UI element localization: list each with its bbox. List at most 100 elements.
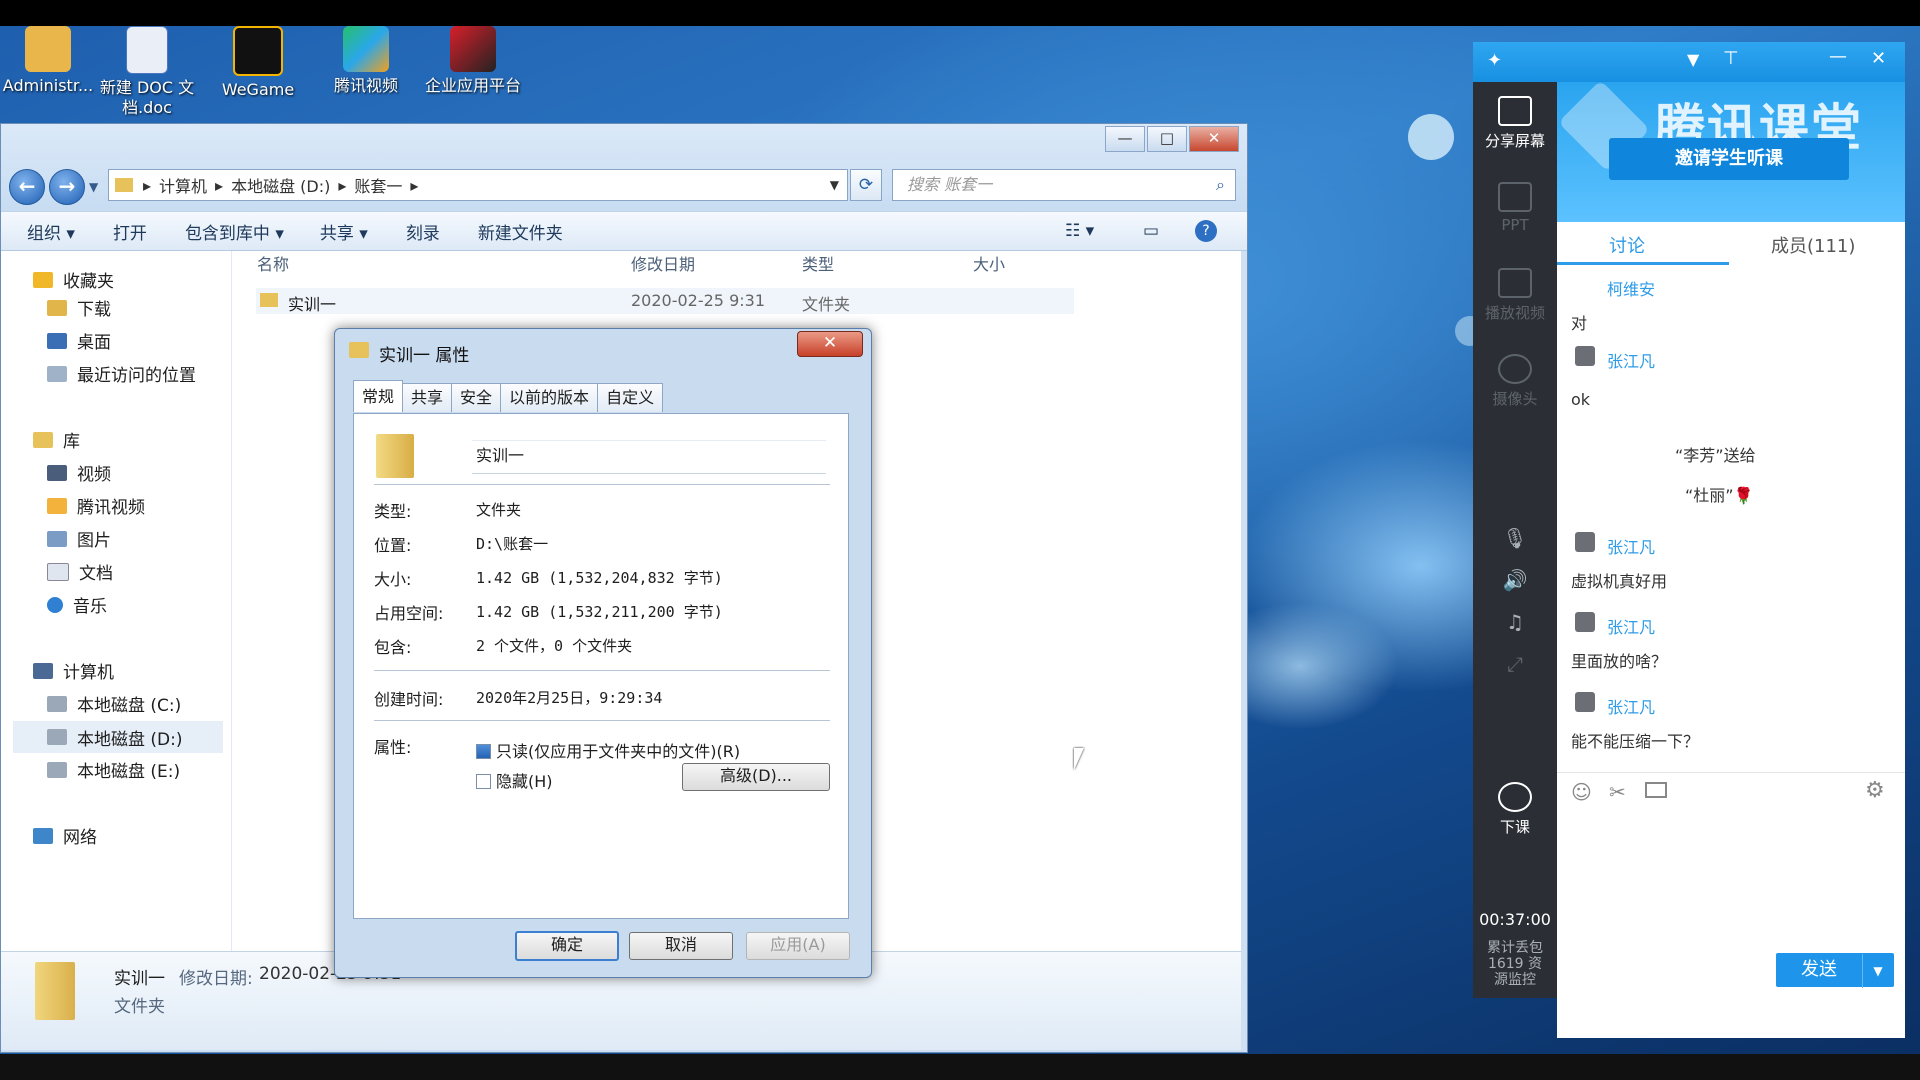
organize-button[interactable]: 组织 ▾ — [27, 219, 75, 244]
desktop-icon-enterprise[interactable]: 企业应用平台 — [425, 26, 521, 96]
desktop-icon-wegame[interactable]: WeGame — [210, 26, 306, 100]
nav-label: 文档 — [79, 564, 113, 584]
nav-music[interactable]: 音乐 — [47, 592, 107, 617]
forward-button[interactable]: → — [49, 169, 85, 205]
readonly-checkbox[interactable]: 只读(仅应用于文件夹中的文件)(R) — [476, 738, 740, 762]
address-segment[interactable]: 本地磁盘 (D:) — [231, 173, 330, 197]
advanced-button[interactable]: 高级(D)... — [682, 763, 830, 791]
dialog-close-button[interactable]: ✕ — [797, 331, 863, 357]
burn-button[interactable]: 刻录 — [406, 219, 440, 244]
search-placeholder: 搜索 账套一 — [907, 175, 993, 194]
nav-documents[interactable]: 文档 — [47, 559, 113, 584]
tab-members[interactable]: 成员(111) — [1771, 232, 1855, 258]
column-name[interactable]: 名称 — [257, 251, 289, 279]
end-class-button[interactable]: 下课 — [1473, 782, 1557, 837]
invite-students-button[interactable]: 邀请学生听课 — [1609, 138, 1849, 180]
chat-sender: 柯维安 — [1607, 280, 1656, 299]
search-icon[interactable]: ⌕ — [1216, 170, 1225, 200]
emoji-icon[interactable]: ☺ — [1571, 780, 1592, 804]
cancel-button[interactable]: 取消 — [629, 932, 733, 960]
nav-label: 库 — [63, 432, 80, 452]
history-dropdown-icon[interactable]: ▼ — [89, 180, 98, 194]
tool-label: PPT — [1501, 216, 1529, 234]
nav-drive-e[interactable]: 本地磁盘 (E:) — [47, 757, 180, 782]
window-controls: — □ ✕ — [1105, 126, 1239, 152]
nav-drive-d[interactable]: 本地磁盘 (D:) — [13, 721, 223, 753]
nav-downloads[interactable]: 下载 — [47, 295, 111, 320]
ppt-button[interactable]: PPT — [1473, 182, 1557, 234]
tab-previous-versions[interactable]: 以前的版本 — [500, 383, 599, 412]
minimize-icon[interactable]: — — [1829, 46, 1847, 67]
network-stats[interactable]: 累计丢包 1619 资源监控 — [1473, 940, 1557, 988]
minimize-button[interactable]: — — [1105, 126, 1145, 152]
column-size[interactable]: 大小 — [973, 251, 1005, 279]
maximize-button[interactable]: □ — [1147, 126, 1187, 152]
tencent-classroom-panel: ✦ ▼ ⊤ — ✕ 分享屏幕 PPT 播放视频 摄像头 🎙 🔊 ♫ ⤢ 下课 0… — [1473, 42, 1905, 1038]
chevron-right-icon: ▸ — [338, 175, 347, 195]
new-folder-button[interactable]: 新建文件夹 — [478, 219, 563, 244]
file-name: 实训一 — [288, 295, 337, 314]
column-type[interactable]: 类型 — [802, 251, 834, 279]
chat-message: 能不能压缩一下？ — [1571, 732, 1700, 751]
speaker-button[interactable]: 🔊 — [1473, 568, 1557, 592]
nav-computer[interactable]: 计算机 — [33, 658, 114, 683]
nav-network[interactable]: 网络 — [33, 823, 97, 848]
desktop-icon-tencent-video[interactable]: 腾讯视频 — [318, 26, 414, 96]
nav-pictures[interactable]: 图片 — [47, 526, 111, 551]
open-button[interactable]: 打开 — [113, 219, 147, 244]
nav-drive-c[interactable]: 本地磁盘 (C:) — [47, 691, 181, 716]
tab-sharing[interactable]: 共享 — [402, 383, 453, 412]
nav-videos[interactable]: 视频 — [47, 460, 111, 485]
share-button[interactable]: 共享 ▾ — [320, 219, 368, 244]
chat-area: 腾讯课堂 邀请学生听课 讨论 成员(111) 柯维安 对 张江凡 ok “李芳”… — [1557, 80, 1905, 1038]
fullscreen-button[interactable]: ⤢ — [1473, 652, 1557, 676]
play-video-button[interactable]: 播放视频 — [1473, 268, 1557, 323]
tab-security[interactable]: 安全 — [451, 383, 502, 412]
apply-button[interactable]: 应用(A) — [746, 932, 850, 960]
back-button[interactable]: ← — [9, 169, 45, 205]
collapse-icon[interactable]: ▼ — [1687, 50, 1699, 69]
address-bar[interactable]: ▸ 计算机 ▸ 本地磁盘 (D:) ▸ 账套一 ▸ ▼ — [108, 169, 848, 201]
help-icon[interactable]: ? — [1195, 220, 1217, 242]
tab-discussion[interactable]: 讨论 — [1609, 232, 1645, 258]
share-screen-button[interactable]: 分享屏幕 — [1473, 96, 1557, 151]
image-icon[interactable] — [1645, 782, 1667, 798]
nav-recent[interactable]: 最近访问的位置 — [47, 361, 196, 386]
settings-gear-icon[interactable]: ⚙ — [1865, 778, 1885, 803]
close-button[interactable]: ✕ — [1189, 126, 1239, 152]
preview-pane-icon[interactable]: ▭ — [1143, 221, 1159, 241]
nav-favorites[interactable]: 收藏夹 — [33, 267, 114, 292]
scissors-icon[interactable]: ✂ — [1609, 780, 1626, 804]
music-icon — [47, 596, 63, 613]
ok-button[interactable]: 确定 — [515, 931, 619, 961]
file-row[interactable]: 实训一 2020-02-25 9:31 文件夹 — [256, 288, 1074, 314]
nav-tencent-video[interactable]: 腾讯视频 — [47, 493, 145, 518]
tab-general[interactable]: 常规 — [353, 380, 404, 412]
file-type: 文件夹 — [802, 295, 851, 314]
desktop-icon-admin[interactable]: Administr... — [0, 26, 96, 96]
address-segment[interactable]: 账套一 — [354, 173, 402, 197]
view-options-icon[interactable]: ☷ ▾ — [1065, 221, 1094, 241]
pin-icon[interactable]: ⊤ — [1723, 48, 1739, 69]
search-input[interactable]: 搜索 账套一 ⌕ — [892, 169, 1236, 201]
desktop-icon-doc[interactable]: 新建 DOC 文档.doc — [99, 26, 195, 118]
tab-customize[interactable]: 自定义 — [597, 383, 664, 412]
folder-name-field[interactable]: 实训一 — [472, 440, 826, 474]
close-icon[interactable]: ✕ — [1871, 48, 1886, 69]
column-modified[interactable]: 修改日期 — [631, 251, 695, 279]
tencent-video-icon — [343, 26, 389, 72]
music-button[interactable]: ♫ — [1473, 610, 1557, 634]
send-button[interactable]: 发送 ▼ — [1776, 953, 1894, 988]
chat-sender: 张江凡 — [1607, 538, 1656, 557]
nav-libraries[interactable]: 库 — [33, 427, 80, 452]
address-dropdown-icon[interactable]: ▼ — [830, 178, 839, 192]
nav-desktop[interactable]: 桌面 — [47, 328, 111, 353]
include-in-library-button[interactable]: 包含到库中 ▾ — [185, 219, 284, 244]
microphone-button[interactable]: 🎙 — [1473, 526, 1557, 550]
send-options-icon[interactable]: ▼ — [1862, 954, 1893, 988]
hidden-checkbox[interactable]: 隐藏(H) — [476, 768, 553, 792]
address-segment[interactable]: 计算机 — [159, 173, 207, 197]
desktop-icon-label: 新建 DOC 文档.doc — [99, 78, 195, 117]
refresh-button[interactable]: ⟳ — [850, 169, 882, 201]
camera-button[interactable]: 摄像头 — [1473, 354, 1557, 409]
